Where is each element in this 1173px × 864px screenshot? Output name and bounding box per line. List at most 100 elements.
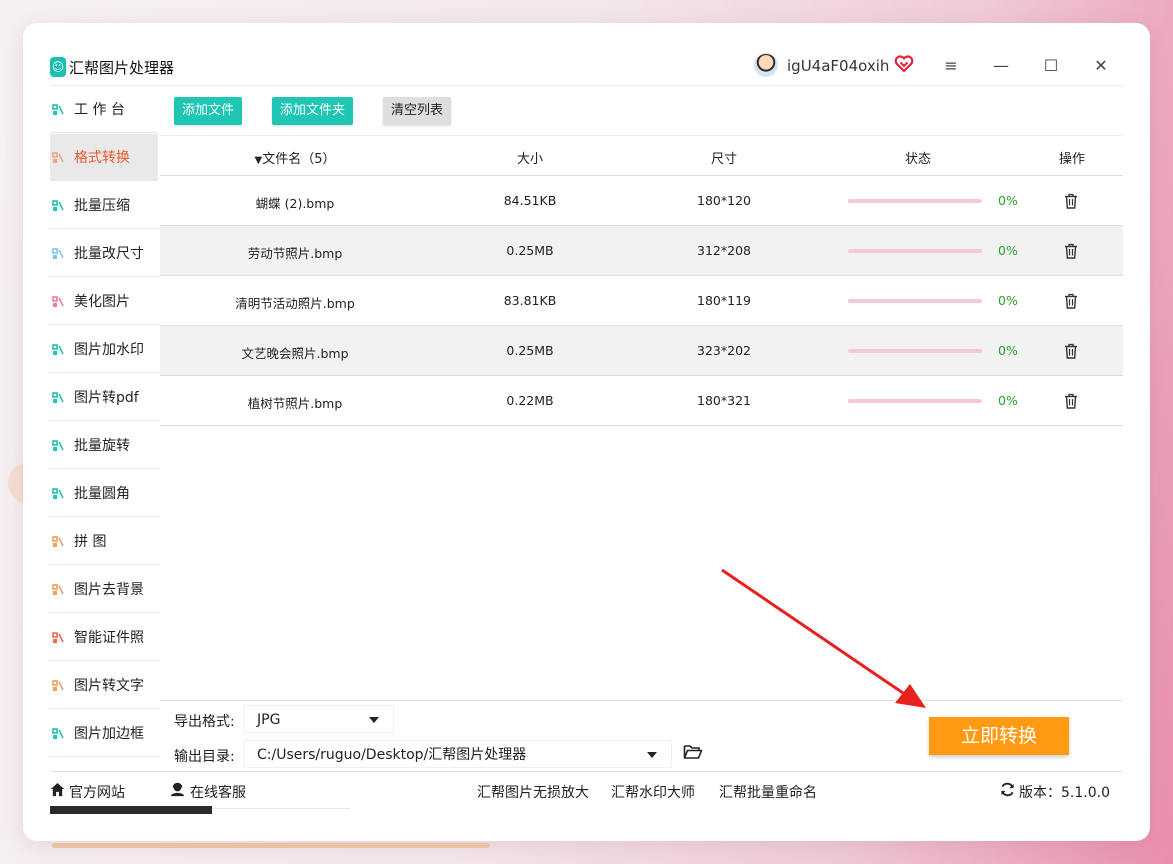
sidebar-item-9[interactable]: 拼 图 xyxy=(50,518,158,565)
sidebar-item-1[interactable]: 格式转换 xyxy=(50,134,158,181)
version-label: 版本：5.1.0.0 xyxy=(1019,785,1110,801)
sidebar-item-0[interactable]: 工 作 台 xyxy=(50,86,158,133)
sidebar-item-label: 批量压缩 xyxy=(74,198,130,214)
sidebar-item-12[interactable]: 图片转文字 xyxy=(50,662,158,709)
pdf-icon xyxy=(52,390,64,404)
progress-bar xyxy=(848,249,982,253)
header-filename[interactable]: ▼文件名（5） xyxy=(255,148,336,167)
sidebar-item-label: 图片转文字 xyxy=(74,678,144,694)
app-window: ☺ 汇帮图片处理器 igU4aF04oxih ≡ — ☐ ✕ 工 作 台格式转换… xyxy=(50,48,1123,814)
header-status: 状态 xyxy=(904,152,932,167)
table-row[interactable]: 植树节照片.bmp 0.22MB 180*321 0% xyxy=(160,376,1123,426)
table-row[interactable]: 文艺晚会照片.bmp 0.25MB 323*202 0% xyxy=(160,326,1123,376)
grid-icon xyxy=(52,102,64,116)
footer-scrollbar[interactable] xyxy=(50,806,212,814)
divider xyxy=(160,700,1123,701)
cell-percent: 0% xyxy=(998,293,1018,308)
trash-icon[interactable] xyxy=(1064,293,1078,309)
table-body: 蝴蝶 (2).bmp 84.51KB 180*120 0% 劳动节照片.bmp 0.25M… xyxy=(160,176,1123,426)
file-table: ▼文件名（5） 大小 尺寸 状态 操作 蝴蝶 (2).bmp 84.51KB 180… xyxy=(160,135,1123,426)
table-row[interactable]: 清明节活动照片.bmp 83.81KB 180*119 0% xyxy=(160,276,1123,326)
format-select[interactable]: JPG xyxy=(244,705,394,733)
footer-link-upscale[interactable]: 汇帮图片无损放大 xyxy=(477,782,589,802)
output-dir-label: 输出目录: xyxy=(174,749,235,765)
maximize-icon[interactable]: ☐ xyxy=(1038,54,1064,78)
sidebar-item-label: 工 作 台 xyxy=(74,102,125,118)
output-dir-value: C:/Users/ruguo/Desktop/汇帮图片处理器 xyxy=(257,747,527,763)
refresh-icon[interactable] xyxy=(1000,782,1015,797)
add-folder-button[interactable]: 添加文件夹 xyxy=(272,97,354,125)
background-bar xyxy=(52,843,490,848)
cell-filename: 植树节照片.bmp xyxy=(247,396,343,411)
minimize-icon[interactable]: — xyxy=(988,54,1014,78)
username[interactable]: igU4aF04oxih xyxy=(787,57,889,75)
sidebar-item-3[interactable]: 批量改尺寸 xyxy=(50,230,158,277)
cell-filename: 清明节活动照片.bmp xyxy=(235,296,355,311)
beautify-icon xyxy=(52,294,64,308)
hamburger-icon[interactable]: ≡ xyxy=(938,54,964,78)
sidebar-item-label: 批量旋转 xyxy=(74,438,130,454)
sort-down-icon: ▼ xyxy=(254,155,263,166)
output-dir-select[interactable]: C:/Users/ruguo/Desktop/汇帮图片处理器 xyxy=(244,740,672,768)
cell-dimensions: 180*119 xyxy=(697,293,751,308)
title-bar: ☺ 汇帮图片处理器 igU4aF04oxih ≡ — ☐ ✕ xyxy=(50,48,1123,86)
footer: 官方网站 在线客服 汇帮图片无损放大 汇帮水印大师 汇帮批量重命名 版本：5.1… xyxy=(50,771,1123,814)
sidebar-item-7[interactable]: 批量旋转 xyxy=(50,422,158,469)
customer-service-icon xyxy=(170,782,185,797)
watermark-icon xyxy=(52,342,64,356)
sidebar-item-2[interactable]: 批量压缩 xyxy=(50,182,158,229)
format-label: 导出格式: xyxy=(174,714,235,730)
sidebar-item-label: 图片转pdf xyxy=(74,390,139,406)
cell-size: 0.22MB xyxy=(506,393,554,408)
cell-percent: 0% xyxy=(998,343,1018,358)
sidebar-item-label: 格式转换 xyxy=(74,150,130,166)
trash-icon[interactable] xyxy=(1064,243,1078,259)
sidebar-item-label: 图片加水印 xyxy=(74,342,144,358)
remove-bg-icon xyxy=(52,582,64,596)
close-icon[interactable]: ✕ xyxy=(1088,54,1114,78)
sidebar-item-4[interactable]: 美化图片 xyxy=(50,278,158,325)
trash-icon[interactable] xyxy=(1064,393,1078,409)
sidebar-item-label: 美化图片 xyxy=(74,294,130,310)
cell-size: 0.25MB xyxy=(506,343,554,358)
sidebar-item-label: 拼 图 xyxy=(74,534,107,550)
add-file-button[interactable]: 添加文件 xyxy=(174,97,243,125)
cell-percent: 0% xyxy=(998,393,1018,408)
sidebar-item-11[interactable]: 智能证件照 xyxy=(50,614,158,661)
sidebar-item-6[interactable]: 图片转pdf xyxy=(50,374,158,421)
id-photo-icon xyxy=(52,630,64,644)
footer-link-rename[interactable]: 汇帮批量重命名 xyxy=(719,782,817,802)
table-row[interactable]: 劳动节照片.bmp 0.25MB 312*208 0% xyxy=(160,226,1123,276)
trash-icon[interactable] xyxy=(1064,343,1078,359)
sidebar-item-10[interactable]: 图片去背景 xyxy=(50,566,158,613)
trash-icon[interactable] xyxy=(1064,193,1078,209)
table-row[interactable]: 蝴蝶 (2).bmp 84.51KB 180*120 0% xyxy=(160,176,1123,226)
clear-list-button[interactable]: 清空列表 xyxy=(383,97,452,125)
table-header: ▼文件名（5） 大小 尺寸 状态 操作 xyxy=(160,135,1123,176)
cell-percent: 0% xyxy=(998,243,1018,258)
cell-size: 0.25MB xyxy=(506,243,554,258)
cell-dimensions: 180*321 xyxy=(697,393,751,408)
progress-bar xyxy=(848,399,982,403)
sidebar-item-5[interactable]: 图片加水印 xyxy=(50,326,158,373)
header-action: 操作 xyxy=(1058,152,1086,167)
sidebar-item-label: 图片去背景 xyxy=(74,582,144,598)
avatar[interactable] xyxy=(754,53,778,77)
progress-bar xyxy=(848,299,982,303)
cell-size: 84.51KB xyxy=(503,193,557,208)
footer-link-watermark[interactable]: 汇帮水印大师 xyxy=(611,782,695,802)
ocr-icon xyxy=(52,678,64,692)
sidebar-item-label: 智能证件照 xyxy=(74,630,144,646)
home-icon xyxy=(50,782,65,797)
online-support-link[interactable]: 在线客服 xyxy=(190,782,246,802)
official-website-link[interactable]: 官方网站 xyxy=(69,782,125,802)
header-dimensions: 尺寸 xyxy=(710,152,738,167)
convert-now-button[interactable]: 立即转换 xyxy=(929,717,1069,755)
sidebar-item-8[interactable]: 批量圆角 xyxy=(50,470,158,517)
sidebar-item-label: 批量改尺寸 xyxy=(74,246,144,262)
cell-percent: 0% xyxy=(998,193,1018,208)
sidebar-item-13[interactable]: 图片加边框 xyxy=(50,710,158,757)
cell-filename: 蝴蝶 (2).bmp xyxy=(255,196,335,211)
vip-heart-icon[interactable] xyxy=(894,54,914,74)
folder-open-icon[interactable] xyxy=(683,743,703,761)
